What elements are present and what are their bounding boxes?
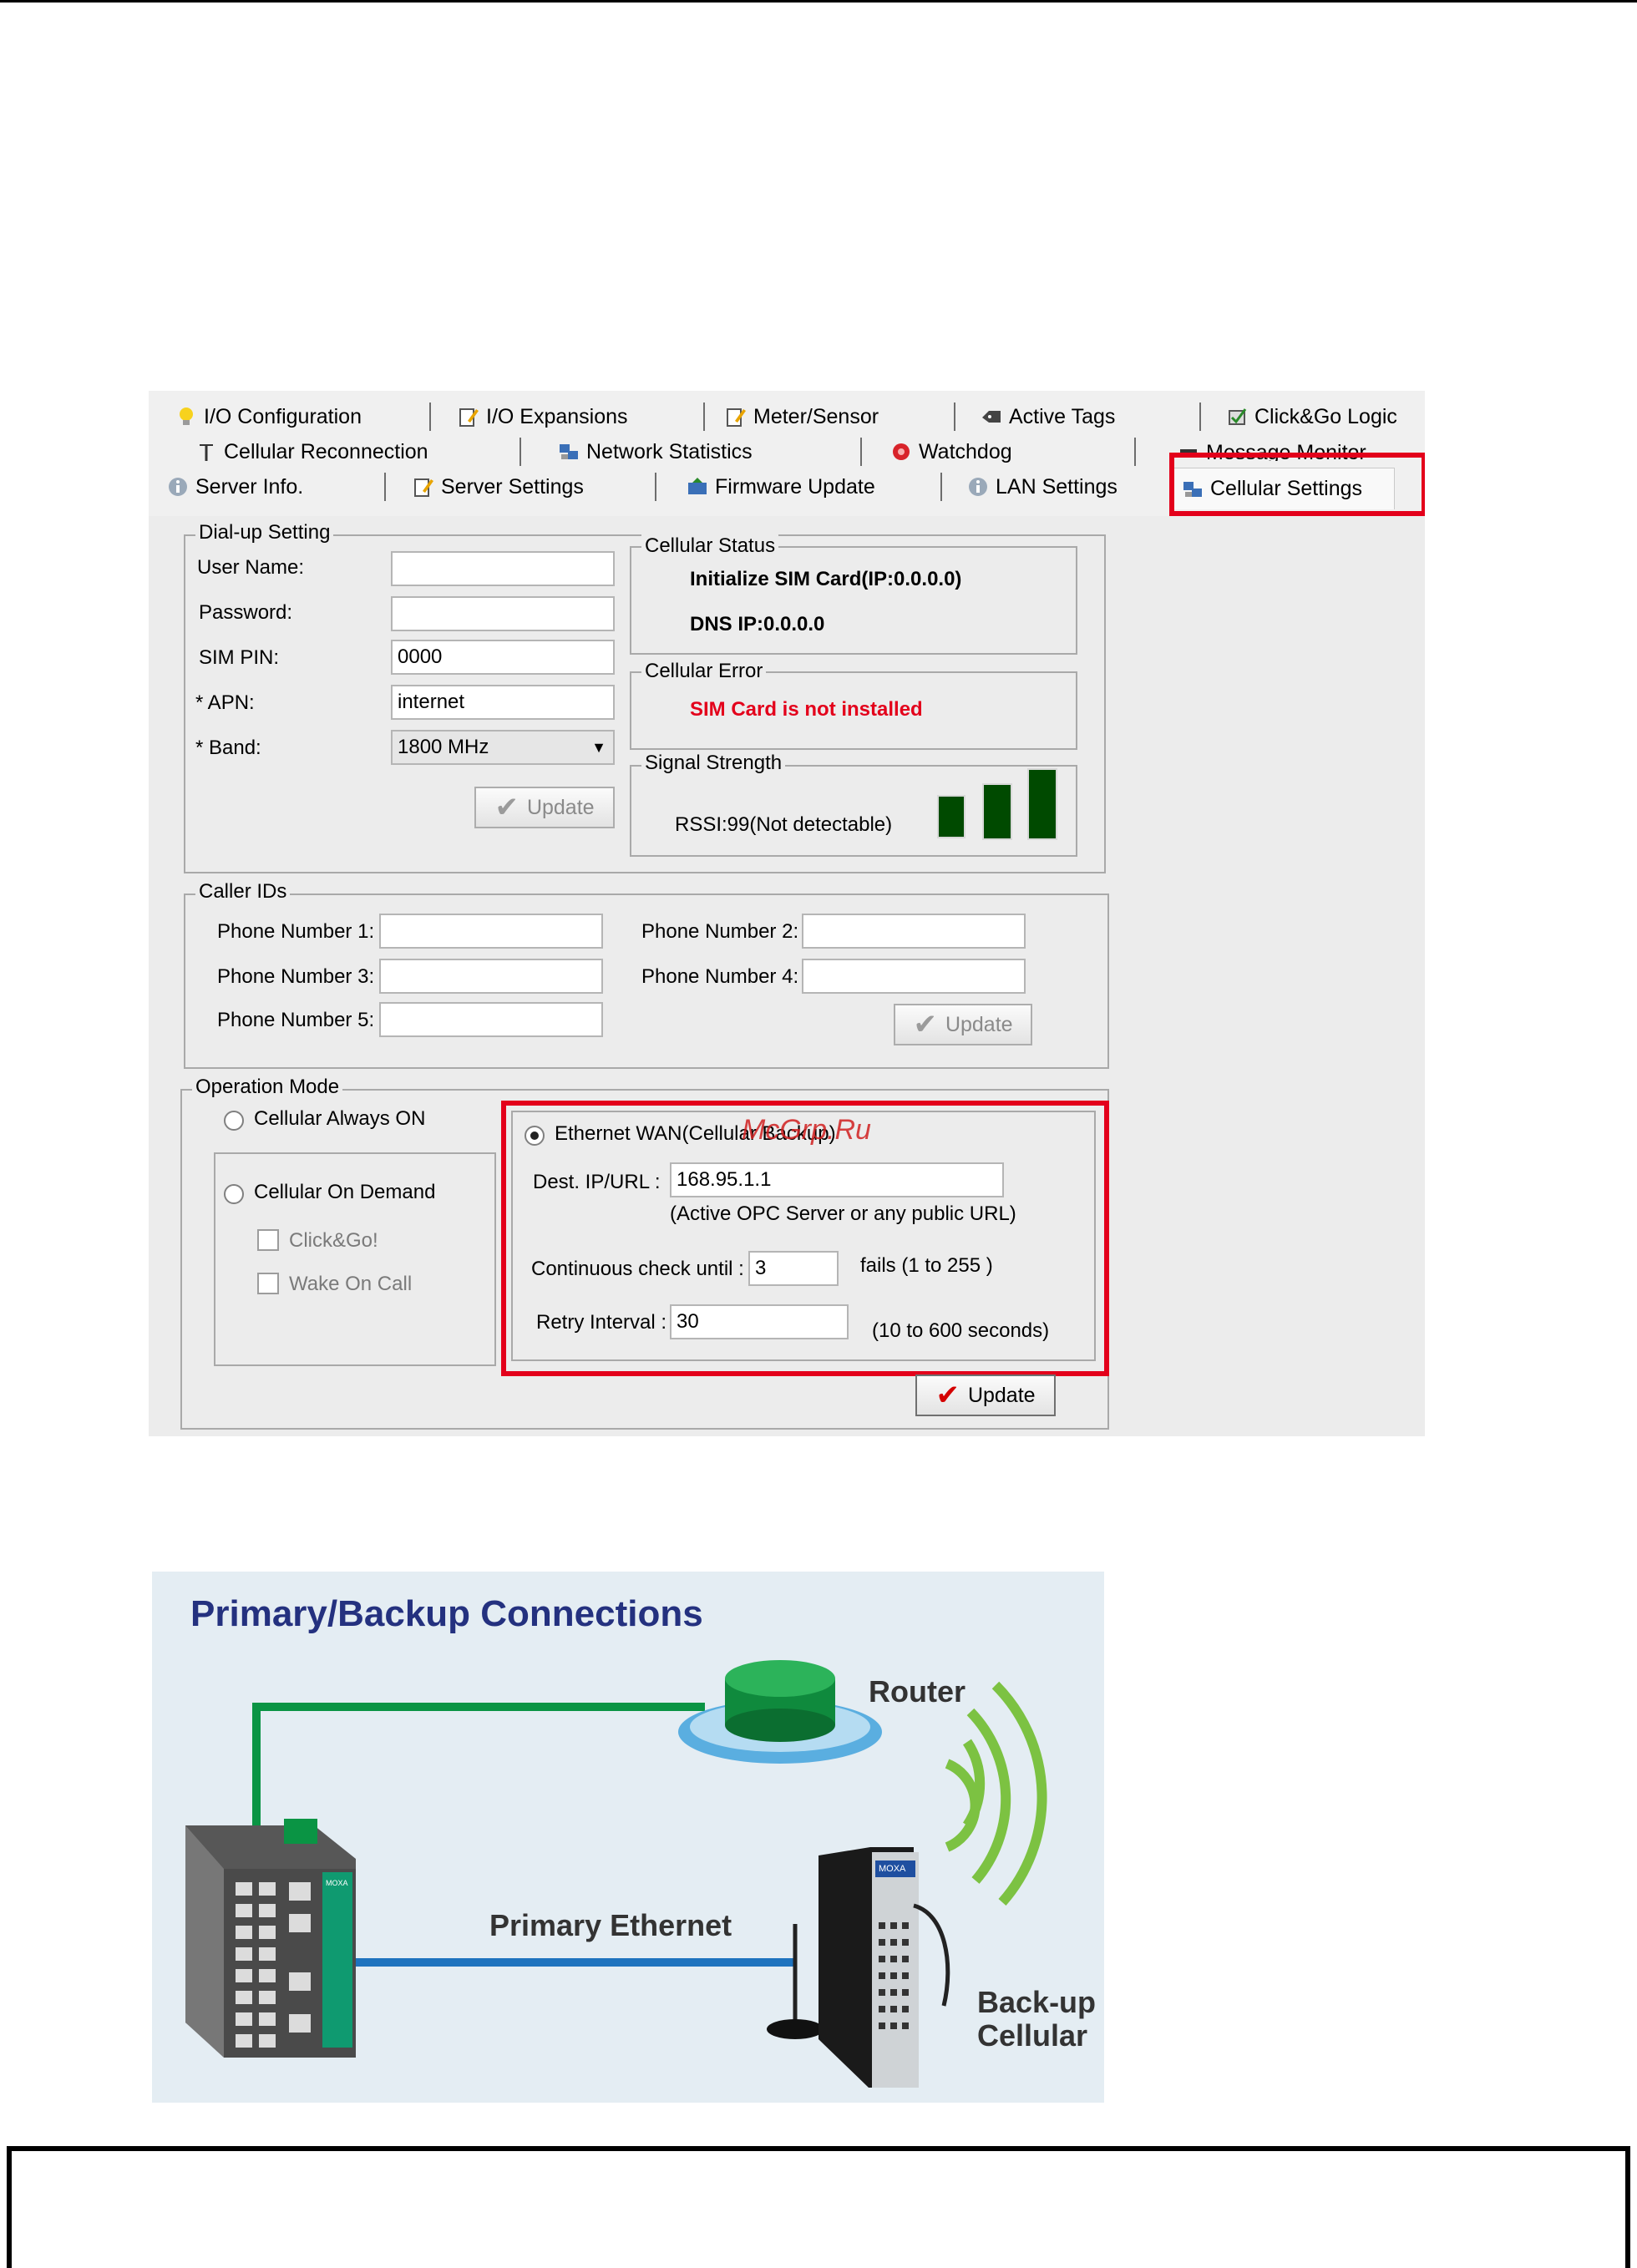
device-brand-logo: MOXA (879, 1864, 906, 1874)
phone5-input[interactable] (379, 1002, 603, 1037)
phone2-input[interactable] (802, 914, 1026, 949)
edit-document-icon (727, 408, 746, 427)
simpin-input[interactable]: 0000 (391, 640, 615, 675)
always-on-radio[interactable] (224, 1111, 244, 1131)
info-icon (969, 478, 987, 496)
on-demand-label: Cellular On Demand (254, 1181, 436, 1203)
on-demand-radio[interactable] (224, 1184, 244, 1204)
signal-strength-title: Signal Strength (641, 752, 786, 775)
username-input[interactable] (391, 551, 615, 586)
cellular-settings-window: I/O Configuration I/O Expansions Meter/S… (149, 391, 1425, 1436)
network-icon (560, 444, 578, 459)
antenna-icon (767, 1924, 824, 2039)
wireless-signal-icon (945, 1681, 1047, 1906)
tab-active-tags[interactable]: Active Tags (981, 401, 1115, 433)
signal-bar-3 (1027, 768, 1057, 840)
band-select[interactable]: 1800 MHz ▼ (391, 730, 615, 765)
phone2-label: Phone Number 2: (641, 920, 799, 943)
chevron-down-icon: ▼ (591, 739, 606, 756)
tab-server-settings[interactable]: Server Settings (413, 471, 584, 503)
password-input[interactable] (391, 596, 615, 631)
tab-io-expansions[interactable]: I/O Expansions (458, 401, 628, 433)
dialup-title: Dial-up Setting (195, 521, 334, 544)
info-icon (169, 478, 187, 496)
simpin-label: SIM PIN: (199, 646, 280, 669)
tab-cellular-reconnection[interactable]: Cellular Reconnection (195, 436, 428, 468)
rssi-text: RSSI:99(Not detectable) (675, 813, 893, 836)
backup-label-line2: Cellular (977, 2018, 1088, 2053)
check-icon: ✔ (913, 1009, 937, 1040)
tab-clickgo-logic[interactable]: Click&Go Logic (1226, 401, 1397, 433)
apn-label: * APN: (195, 691, 255, 714)
tab-firmware-update[interactable]: Firmware Update (687, 471, 875, 503)
phone4-label: Phone Number 4: (641, 965, 799, 988)
caller-ids-title: Caller IDs (195, 880, 291, 904)
phone1-input[interactable] (379, 914, 603, 949)
always-on-label: Cellular Always ON (254, 1107, 426, 1130)
router-icon (678, 1660, 882, 1764)
cellular-error-title: Cellular Error (641, 660, 767, 683)
footer-box (7, 2146, 1630, 2268)
diagram-graphics (185, 1660, 1047, 2088)
cellular-status-group (630, 546, 1077, 655)
band-label: * Band: (195, 737, 261, 759)
cellular-error-message: SIM Card is not installed (690, 698, 923, 721)
phone4-input[interactable] (802, 959, 1026, 994)
firmware-icon (688, 478, 707, 494)
lightbulb-icon (180, 408, 193, 425)
edit-document-icon (414, 478, 433, 497)
username-label: User Name: (197, 556, 305, 579)
tab-watchdog[interactable]: Watchdog (890, 436, 1012, 468)
cellular-status-title: Cellular Status (641, 534, 779, 558)
signal-bar-1 (937, 795, 965, 838)
signal-bar-2 (982, 783, 1012, 840)
phone5-label: Phone Number 5: (217, 1009, 375, 1031)
phone1-label: Phone Number 1: (217, 920, 375, 943)
tab-io-configuration[interactable]: I/O Configuration (175, 401, 362, 433)
edit-document-icon (459, 408, 479, 427)
clickgo-label: Click&Go! (289, 1229, 378, 1252)
primary-ethernet-label: Primary Ethernet (489, 1908, 732, 1942)
password-label: Password: (199, 601, 293, 624)
operation-update-button[interactable]: ✔ Update (915, 1374, 1056, 1416)
status-line-dns: DNS IP:0.0.0.0 (690, 613, 825, 635)
switch-brand-logo: MOXA (326, 1879, 348, 1887)
wake-on-call-checkbox[interactable] (257, 1273, 279, 1294)
tab-meter-sensor[interactable]: Meter/Sensor (725, 401, 879, 433)
logic-check-icon (1229, 408, 1247, 425)
backup-label-line1: Back-up (977, 1985, 1097, 2019)
clickgo-checkbox[interactable] (257, 1229, 279, 1251)
cellular-settings-highlight (1169, 453, 1425, 516)
tab-strip: I/O Configuration I/O Expansions Meter/S… (149, 391, 1425, 516)
green-link-line (252, 1703, 705, 1830)
status-line-sim: Initialize SIM Card(IP:0.0.0.0) (690, 568, 962, 590)
watchdog-icon (893, 443, 910, 460)
antenna-icon (200, 444, 213, 461)
tab-network-statistics[interactable]: Network Statistics (558, 436, 753, 468)
watermark: McGrp.Ru (742, 1114, 871, 1146)
operation-mode-title: Operation Mode (192, 1076, 343, 1099)
tab-server-info[interactable]: Server Info. (167, 471, 303, 503)
tab-lan-settings[interactable]: LAN Settings (967, 471, 1118, 503)
ethernet-switch-icon (185, 1819, 356, 2058)
phone3-input[interactable] (379, 959, 603, 994)
wake-on-call-label: Wake On Call (289, 1273, 413, 1295)
tags-icon (982, 411, 1001, 423)
settings-panel: Dial-up Setting User Name: Password: SIM… (149, 516, 1425, 1436)
callers-update-button[interactable]: ✔ Update (894, 1004, 1032, 1045)
dialup-update-button[interactable]: ✔ Update (474, 787, 615, 828)
top-rule (0, 0, 1637, 3)
primary-backup-diagram: Primary/Backup Connections Router Primar… (152, 1572, 1104, 2103)
router-label: Router (869, 1674, 965, 1709)
apn-input[interactable]: internet (391, 685, 615, 720)
cellular-gateway-icon (818, 1847, 950, 2088)
check-icon: ✔ (935, 1380, 960, 1411)
check-icon: ✔ (494, 792, 519, 823)
phone3-label: Phone Number 3: (217, 965, 375, 988)
